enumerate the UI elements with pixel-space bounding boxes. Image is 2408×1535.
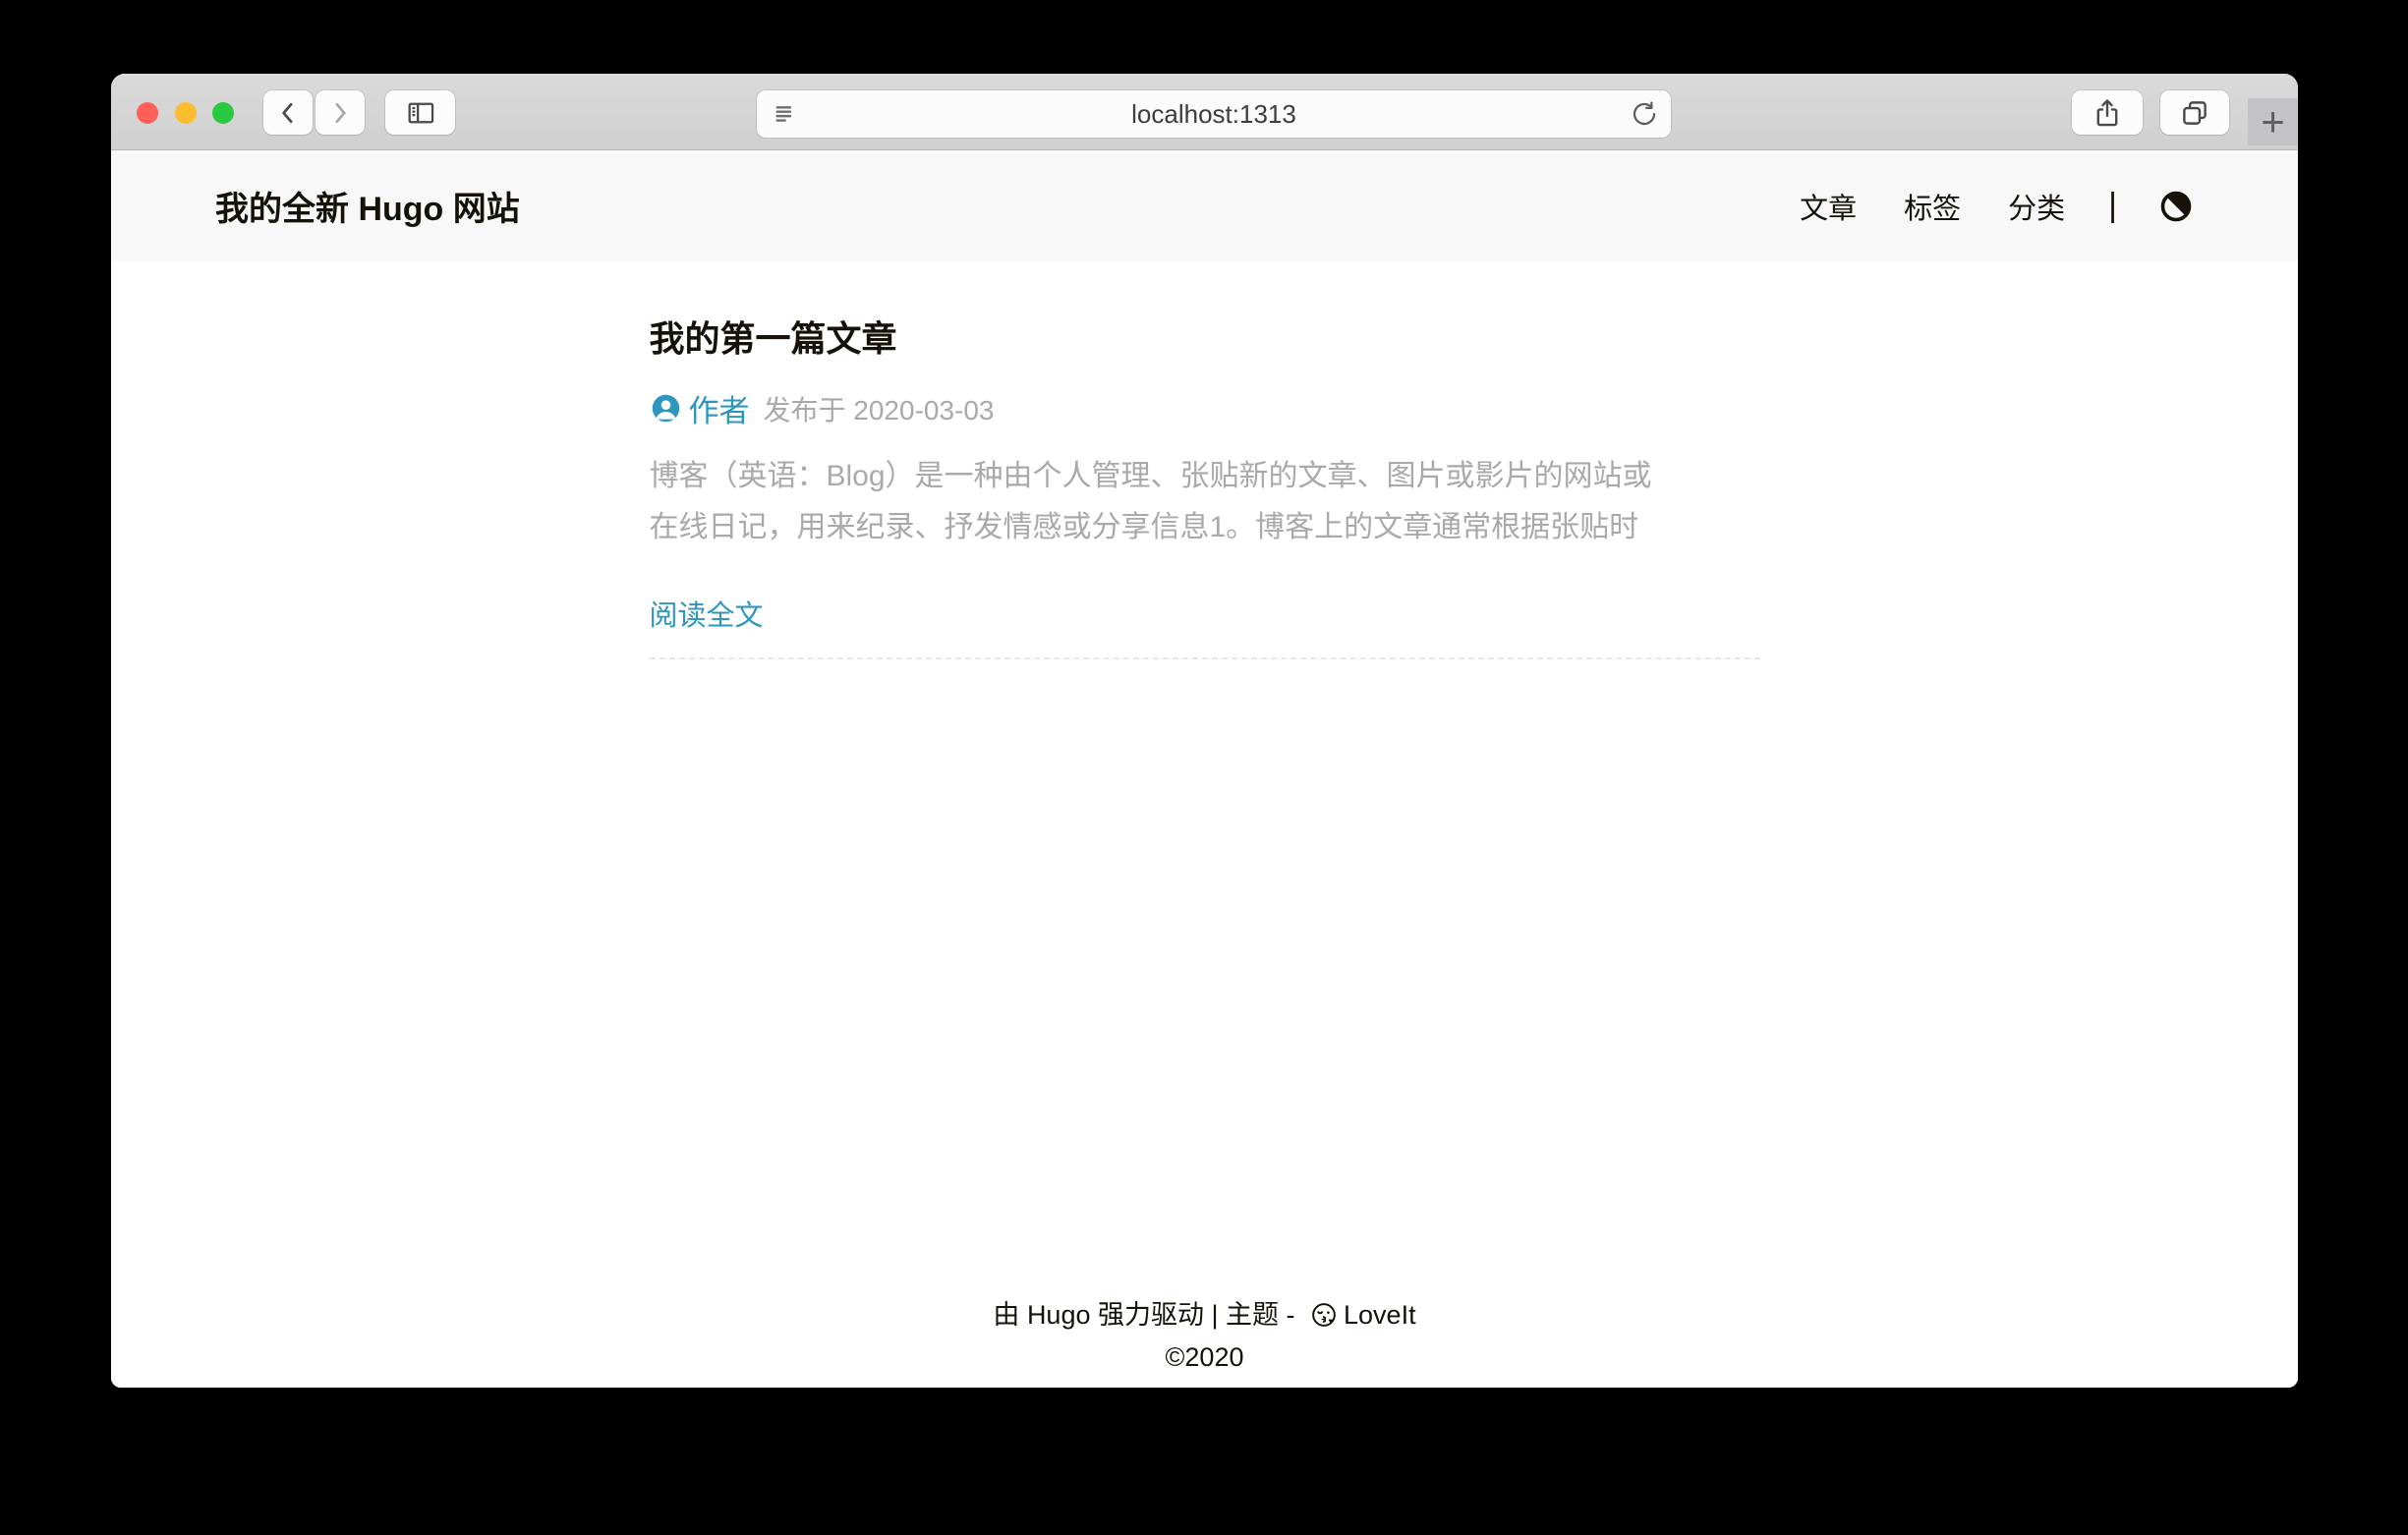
footer-hugo-link[interactable]: Hugo — [1027, 1293, 1091, 1336]
post-title-link[interactable]: 我的第一篇文章 — [650, 317, 1760, 361]
post-divider — [650, 657, 1760, 659]
post-published-date: 发布于 2020-03-03 — [764, 389, 995, 428]
read-more-link[interactable]: 阅读全文 — [650, 593, 764, 634]
site-title-link[interactable]: 我的全新 Hugo 网站 — [215, 182, 520, 230]
desktop-background: localhost:1313 — [0, 0, 2408, 1535]
nav-separator: | — [2108, 187, 2117, 225]
forward-button[interactable] — [315, 90, 365, 135]
plus-icon: + — [2261, 101, 2285, 142]
footer-copyright: ©2020 — [111, 1336, 2298, 1378]
footer-powered-suffix: 强力驱动 — [1090, 1293, 1211, 1336]
theme-toggle-button[interactable] — [2158, 189, 2194, 224]
footer-theme-link[interactable]: LoveIt — [1344, 1293, 1416, 1336]
reader-lines-icon[interactable] — [771, 98, 802, 130]
footer-powered-line: 由 Hugo 强力驱动 | 主题 - Lov — [111, 1293, 2298, 1336]
kissing-face-icon — [1310, 1301, 1338, 1329]
back-chevron-icon — [273, 98, 303, 128]
tab-overview-icon — [2178, 96, 2211, 130]
share-icon — [2091, 96, 2124, 130]
web-page: 我的全新 Hugo 网站 文章 标签 分类 | — [111, 150, 2298, 1388]
site-header: 我的全新 Hugo 网站 文章 标签 分类 | — [111, 150, 2298, 261]
browser-window: localhost:1313 — [111, 74, 2298, 1388]
close-traffic-light[interactable] — [137, 102, 158, 124]
footer-theme-prefix: 主题 - — [1219, 1293, 1303, 1336]
site-nav: 文章 标签 分类 | — [1800, 186, 2194, 227]
reload-icon[interactable] — [1630, 99, 1659, 129]
nav-item-tags[interactable]: 标签 — [1904, 186, 1961, 227]
tab-overview-button[interactable] — [2160, 90, 2229, 135]
new-tab-button[interactable]: + — [2248, 98, 2298, 145]
footer-separator: | — [1212, 1293, 1219, 1336]
browser-toolbar: localhost:1313 — [111, 74, 2298, 150]
minimize-traffic-light[interactable] — [175, 102, 197, 124]
post-meta: 作者 发布于 2020-03-03 — [650, 386, 1760, 430]
nav-item-posts[interactable]: 文章 — [1800, 186, 1857, 227]
url-text: localhost:1313 — [757, 99, 1671, 130]
url-bar[interactable]: localhost:1313 — [757, 90, 1671, 138]
footer-powered-prefix: 由 — [993, 1293, 1027, 1336]
zoom-traffic-light[interactable] — [212, 102, 234, 124]
post-summary-card: 我的第一篇文章 — [650, 317, 1760, 659]
user-circle-icon — [650, 392, 682, 425]
nav-item-categories[interactable]: 分类 — [2008, 186, 2065, 227]
site-footer: 由 Hugo 强力驱动 | 主题 - Lov — [111, 1293, 2298, 1388]
sidebar-toggle-icon — [404, 96, 437, 130]
contrast-circle-icon — [2158, 189, 2194, 224]
post-summary-text: 博客（英语：Blog）是一种由个人管理、张贴新的文章、图片或影片的网站或在线日记… — [650, 451, 1672, 553]
forward-chevron-icon — [325, 98, 355, 128]
share-button[interactable] — [2072, 90, 2143, 135]
main-content: 我的第一篇文章 — [111, 261, 2298, 1293]
back-button[interactable] — [263, 90, 313, 135]
sidebar-toggle-button[interactable] — [385, 90, 455, 135]
copyright-text: ©2020 — [1166, 1336, 1244, 1378]
post-author-link[interactable]: 作者 — [689, 386, 750, 430]
